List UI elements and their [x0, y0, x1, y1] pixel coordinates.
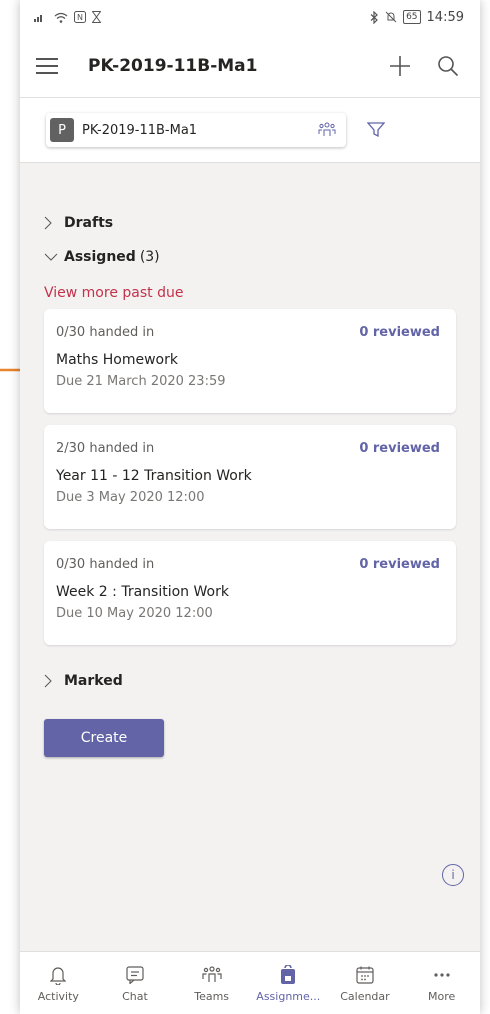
assignment-card[interactable]: 0/30 handed in 0 reviewed Week 2 : Trans…: [44, 541, 456, 645]
wifi-icon: [54, 12, 68, 23]
info-icon[interactable]: i: [442, 864, 464, 886]
handed-in-count: 0/30 handed in: [56, 325, 155, 340]
mute-icon: [385, 11, 397, 23]
reviewed-count: 0 reviewed: [359, 557, 440, 572]
chevron-right-icon: [44, 216, 58, 230]
status-bar: N 65 14:59: [20, 0, 480, 34]
marked-section-toggle[interactable]: Marked: [44, 671, 456, 691]
nav-more[interactable]: More: [404, 964, 480, 1003]
nav-activity[interactable]: Activity: [20, 964, 96, 1003]
create-button[interactable]: Create: [44, 719, 164, 757]
nav-label: Activity: [37, 989, 79, 1003]
signal-icon: [34, 15, 42, 22]
assigned-label: Assigned: [64, 249, 136, 265]
svg-text:N: N: [77, 13, 83, 22]
assignments-icon: [281, 964, 296, 984]
assigned-section-toggle[interactable]: Assigned (3): [44, 247, 456, 267]
nav-teams[interactable]: Teams: [174, 964, 250, 1003]
battery-indicator: 65: [403, 10, 421, 24]
chevron-down-icon: [44, 253, 58, 261]
nav-label: More: [427, 989, 456, 1003]
bluetooth-icon: [370, 10, 378, 24]
class-avatar: P: [50, 118, 74, 142]
handed-in-count: 2/30 handed in: [56, 441, 155, 456]
search-icon: [438, 55, 459, 76]
nav-assignments[interactable]: Assignme...: [250, 964, 326, 1003]
class-name: PK-2019-11B-Ma1: [82, 122, 198, 138]
assignment-title: Week 2 : Transition Work: [56, 584, 229, 600]
nav-label: Assignme...: [256, 989, 321, 1003]
bottom-navigation: Activity Chat Teams Assignme... Calendar…: [20, 951, 480, 1014]
assignment-due-date: Due 21 March 2020 23:59: [56, 374, 226, 389]
filter-bar: P PK-2019-11B-Ma1: [20, 98, 480, 163]
assignments-content: Drafts Assigned (3) View more past due 0…: [20, 213, 480, 757]
chat-icon: [126, 965, 144, 984]
nav-calendar[interactable]: Calendar: [327, 964, 403, 1003]
assignment-due-date: Due 3 May 2020 12:00: [56, 490, 205, 505]
teams-icon: [202, 965, 222, 982]
drafts-label: Drafts: [64, 215, 114, 231]
nfc-icon: N: [74, 11, 86, 23]
hamburger-menu-icon[interactable]: [36, 57, 58, 74]
assignment-title: Year 11 - 12 Transition Work: [56, 468, 252, 484]
drafts-section-toggle[interactable]: Drafts: [44, 213, 456, 233]
reviewed-count: 0 reviewed: [359, 325, 440, 340]
members-icon: [318, 122, 336, 136]
add-button[interactable]: [384, 50, 416, 82]
filter-icon: [367, 122, 385, 138]
app-bar: PK-2019-11B-Ma1: [20, 34, 480, 98]
hourglass-icon: [92, 11, 101, 23]
page-title: PK-2019-11B-Ma1: [88, 55, 258, 76]
chevron-right-icon: [44, 674, 58, 688]
nav-label: Teams: [194, 989, 230, 1003]
class-selector[interactable]: P PK-2019-11B-Ma1: [46, 113, 346, 147]
nav-label: Chat: [122, 989, 148, 1003]
assignment-card[interactable]: 2/30 handed in 0 reviewed Year 11 - 12 T…: [44, 425, 456, 529]
plus-icon: [390, 55, 410, 76]
nav-label: Calendar: [340, 989, 390, 1003]
search-button[interactable]: [432, 50, 464, 82]
marked-label: Marked: [64, 673, 123, 689]
calendar-icon: [356, 966, 374, 984]
assignment-card[interactable]: 0/30 handed in 0 reviewed Maths Homework…: [44, 309, 456, 413]
filter-button[interactable]: [364, 118, 388, 142]
nav-chat[interactable]: Chat: [97, 964, 173, 1003]
reviewed-count: 0 reviewed: [359, 441, 440, 456]
clock: 14:59: [426, 9, 464, 25]
more-icon: [434, 972, 450, 977]
view-more-past-due-link[interactable]: View more past due: [44, 285, 456, 301]
phone-screen: N 65 14:59 PK-2019-11B-Ma1 P PK-2019-11B…: [20, 0, 480, 1014]
assignment-title: Maths Homework: [56, 352, 178, 368]
assignment-due-date: Due 10 May 2020 12:00: [56, 606, 213, 621]
assigned-count: (3): [139, 249, 160, 265]
handed-in-count: 0/30 handed in: [56, 557, 155, 572]
bell-icon: [50, 966, 67, 985]
